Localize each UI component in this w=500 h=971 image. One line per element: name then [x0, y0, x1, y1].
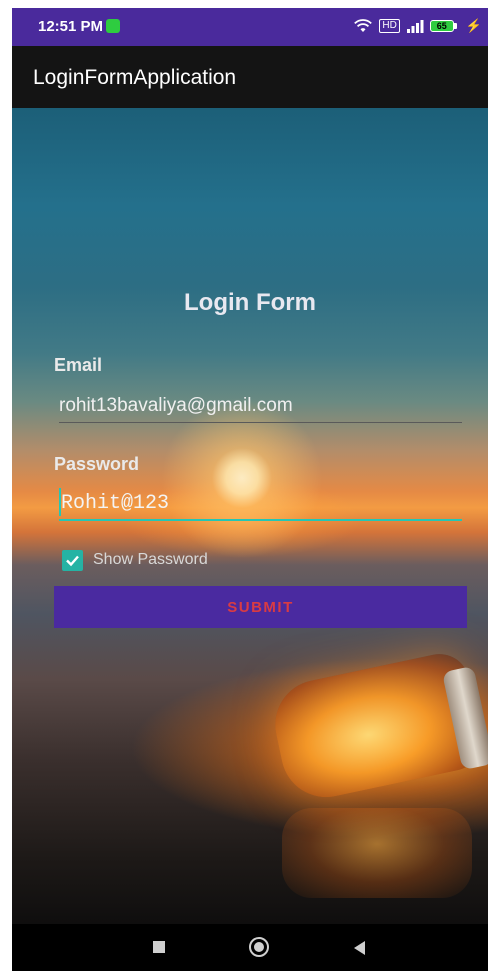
back-icon[interactable]: [354, 941, 365, 955]
battery-icon: 65: [429, 19, 460, 33]
password-label: Password: [54, 454, 140, 474]
status-icons: HD 65 ⚡: [353, 17, 482, 35]
jar-reflection: [282, 808, 472, 898]
submit-button[interactable]: SUBMIT: [54, 586, 467, 628]
signal-icon: [406, 20, 424, 33]
battery-level: 65: [429, 20, 454, 32]
text-cursor: [59, 488, 61, 516]
show-password-row[interactable]: Show Password: [62, 549, 208, 571]
login-background: Login Form Email Password Show Password …: [12, 108, 488, 924]
app-bar: LoginFormApplication: [12, 46, 488, 108]
email-label: Email: [54, 355, 103, 375]
show-password-checkbox[interactable]: [62, 549, 83, 571]
check-icon: [66, 555, 79, 566]
password-field[interactable]: [59, 487, 462, 521]
volte-icon: HD: [379, 19, 400, 33]
form-title: Login Form: [184, 289, 316, 316]
status-time: 12:51 PM: [38, 18, 104, 35]
charging-icon: ⚡: [465, 18, 482, 33]
notification-icon: [106, 19, 120, 33]
app-title: LoginFormApplication: [33, 66, 237, 89]
email-field[interactable]: [59, 389, 462, 423]
phone-screen: 12:51 PM HD 65 ⚡ LoginFormApplication Lo…: [12, 8, 488, 971]
wifi-icon: [354, 19, 373, 32]
recents-icon[interactable]: [153, 941, 165, 953]
home-icon[interactable]: [249, 937, 269, 957]
navigation-bar: [12, 924, 488, 971]
show-password-label: Show Password: [93, 551, 208, 568]
status-bar: 12:51 PM HD 65 ⚡: [12, 8, 488, 46]
